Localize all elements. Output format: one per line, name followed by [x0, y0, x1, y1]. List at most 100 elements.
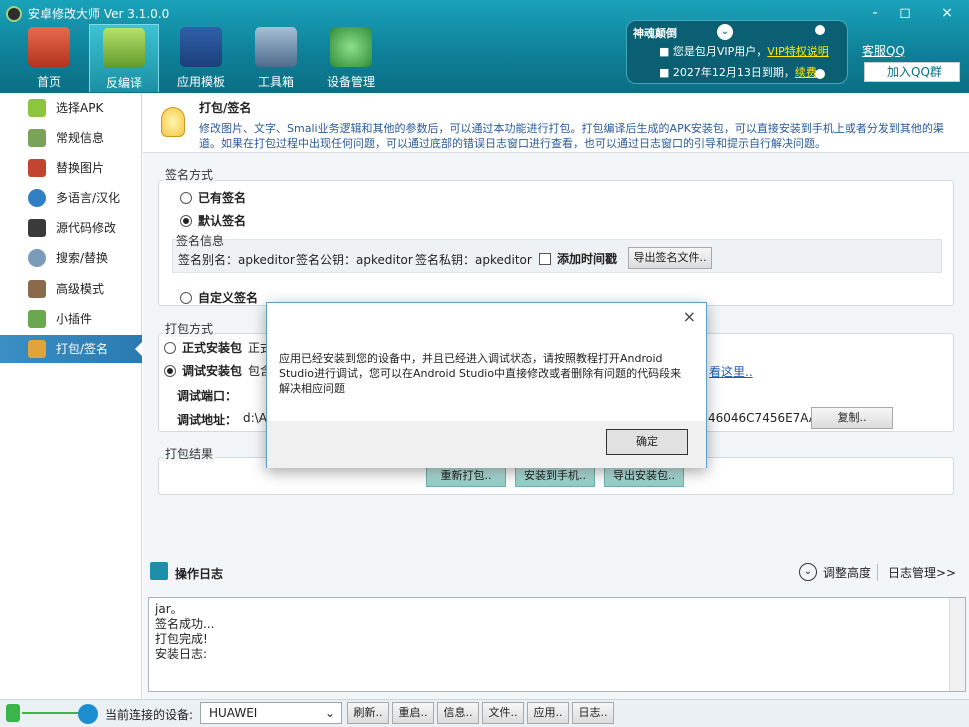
join-qq-group-button[interactable]: 加入QQ群 — [864, 62, 960, 82]
debug-address-label: 调试地址： — [177, 413, 238, 427]
sidebar-item-pack-sign[interactable]: 打包/签名 — [0, 335, 143, 363]
sign-public-key: 签名公钥：apkeditor — [296, 253, 413, 267]
sign-private-key: 签名私钥：apkeditor — [415, 253, 532, 267]
vip-username: 神魂颠倒 — [633, 27, 677, 40]
vip-privilege-link[interactable]: VIP特权说明 — [767, 45, 828, 58]
radio-icon — [180, 291, 192, 304]
sidebar-item-source-edit[interactable]: 源代码修改 — [0, 214, 142, 242]
speaker-icon — [255, 27, 297, 67]
app-title: 安卓修改大师 Ver 3.1.0.0 — [28, 7, 170, 21]
nav-app-template[interactable]: 应用模板 — [166, 24, 236, 92]
house-icon — [28, 27, 70, 67]
copy-address-button[interactable]: 复制.. — [811, 407, 893, 429]
install-to-phone-button[interactable]: 安装到手机.. — [515, 465, 595, 487]
phone-icon — [6, 704, 20, 722]
dialog-ok-button[interactable]: 确定 — [606, 429, 688, 455]
chevron-down-icon: ⌄ — [324, 706, 335, 720]
radar-icon — [330, 27, 372, 67]
chevron-down-circle-icon: ⌄ — [799, 563, 817, 581]
chevron-down-icon[interactable]: ⌄ — [717, 24, 733, 40]
refresh-button[interactable]: 刷新.. — [347, 702, 389, 724]
log-manage-link[interactable]: 日志管理>> — [877, 564, 956, 581]
sign-existing-radio[interactable]: 已有签名 — [180, 189, 246, 206]
debug-address-value: d:\A — [243, 411, 267, 425]
radio-checked-icon — [164, 364, 176, 377]
sidebar-item-localization[interactable]: 多语言/汉化 — [0, 184, 142, 212]
pack-method-title: 打包方式 — [163, 320, 216, 337]
sidebar-item-general-info[interactable]: 常规信息 — [0, 124, 142, 152]
app-logo-icon — [6, 5, 22, 22]
dialog-message: 应用已经安装到您的设备中，并且已经进入调试状态，请按照教程打开Android S… — [279, 352, 682, 395]
files-button[interactable]: 文件.. — [482, 702, 524, 724]
sign-default-radio[interactable]: 默认签名 — [180, 212, 246, 229]
adjust-height-button[interactable]: ⌄ 调整高度 — [799, 563, 871, 581]
nav-toolbox[interactable]: 工具箱 — [241, 24, 311, 92]
title-bar: 安卓修改大师 Ver 3.1.0.0 — [6, 5, 169, 22]
vip-panel: 神魂颠倒 ⌄ ■ 您是包月VIP用户，VIP特权说明 ■ 2027年12月13日… — [626, 20, 848, 84]
log-panel: 操作日志 ⌄ 调整高度 日志管理>> jar。 签名成功... 打包完成! 安装日… — [143, 555, 969, 699]
pack-debug-radio[interactable]: 调试安装包 包含 — [164, 362, 272, 379]
nav-device-manage[interactable]: 设备管理 — [316, 24, 386, 92]
renew-link[interactable]: 续费 — [795, 66, 817, 79]
log-line: 安装日志: — [155, 647, 208, 661]
sidebar-item-search-replace[interactable]: 搜索/替换 — [0, 244, 142, 272]
sign-custom-radio[interactable]: 自定义签名 — [180, 289, 258, 306]
app-header: 安卓修改大师 Ver 3.1.0.0 - ◻ × 首页 反编译 应用模板 工具箱… — [0, 0, 969, 93]
log-line: 打包完成! — [155, 632, 208, 646]
timestamp-checkbox[interactable]: 添加时间戳 — [539, 250, 617, 267]
nav-home[interactable]: 首页 — [14, 24, 84, 92]
sidebar-item-replace-image[interactable]: 替换图片 — [0, 154, 142, 182]
pack-formal-radio[interactable]: 正式安装包 正式 — [164, 339, 272, 356]
page-header: 打包/签名 修改图片、文字、Smali业务逻辑和其他的参数后，可以通过本功能进行… — [143, 93, 969, 153]
debug-address-tail: 46046C7456E7AA — [708, 411, 818, 425]
maximize-button[interactable]: ◻ — [892, 3, 918, 23]
page-description: 修改图片、文字、Smali业务逻辑和其他的参数后，可以通过本功能进行打包。打包编… — [199, 122, 944, 150]
debug-port-label: 调试端口： — [177, 389, 238, 403]
nav-decompile[interactable]: 反编译 — [89, 24, 159, 92]
logs-button[interactable]: 日志.. — [572, 702, 614, 724]
log-scrollbar[interactable] — [949, 598, 965, 691]
computer-icon — [78, 704, 98, 724]
connection-line — [22, 712, 80, 714]
close-button[interactable]: × — [934, 3, 960, 23]
package-icon — [28, 340, 46, 358]
minimize-button[interactable]: - — [862, 3, 888, 23]
globe-icon — [28, 189, 46, 207]
radio-icon — [164, 341, 176, 354]
android-small-icon — [28, 310, 46, 328]
info-button[interactable]: 信息.. — [437, 702, 479, 724]
repack-button[interactable]: 重新打包.. — [426, 465, 506, 487]
apps-button[interactable]: 应用.. — [527, 702, 569, 724]
log-icon — [150, 562, 168, 580]
android-icon — [103, 28, 145, 68]
pack-result-title: 打包结果 — [163, 445, 216, 462]
status-bar: 当前连接的设备: HUAWEI ⌄ 刷新.. 重启.. 信息.. 文件.. 应用.… — [0, 699, 969, 727]
device-select[interactable]: HUAWEI ⌄ — [200, 702, 342, 724]
sidebar-item-select-apk[interactable]: 选择APK — [0, 94, 142, 122]
checkbox-icon — [539, 252, 551, 265]
vip-dot-icon — [815, 25, 825, 35]
magnifier-icon — [28, 249, 46, 267]
sign-alias: 签名别名：apkeditor — [178, 253, 295, 267]
message-dialog: × 应用已经安装到您的设备中，并且已经进入调试状态，请按照教程打开Android… — [266, 302, 707, 468]
device-label: 当前连接的设备: — [105, 708, 194, 722]
vip-status-line: ■ 您是包月VIP用户，VIP特权说明 — [659, 45, 829, 58]
star-icon — [180, 27, 222, 67]
service-qq-link[interactable]: 客服QQ — [862, 42, 905, 59]
log-line: jar。 — [155, 602, 183, 616]
log-line: 签名成功... — [155, 617, 215, 631]
page-title: 打包/签名 — [199, 101, 252, 115]
reboot-button[interactable]: 重启.. — [392, 702, 434, 724]
sidebar: 选择APK 常规信息 替换图片 多语言/汉化 源代码修改 搜索/替换 高级模式 … — [0, 93, 143, 699]
radio-icon — [180, 191, 192, 204]
sign-info-title: 签名信息 — [176, 234, 225, 248]
sidebar-item-plugins[interactable]: 小插件 — [0, 305, 142, 333]
dialog-close-icon[interactable]: × — [683, 307, 696, 326]
export-package-button[interactable]: 导出安装包.. — [604, 465, 684, 487]
sidebar-item-advanced[interactable]: 高级模式 — [0, 275, 142, 303]
export-sign-file-button[interactable]: 导出签名文件.. — [628, 247, 712, 269]
sign-method-title: 签名方式 — [163, 166, 216, 183]
radio-checked-icon — [180, 214, 192, 227]
debug-help-link[interactable]: 看这里.. — [709, 363, 753, 380]
log-textarea[interactable]: jar。 签名成功... 打包完成! 安装日志: — [148, 597, 966, 692]
